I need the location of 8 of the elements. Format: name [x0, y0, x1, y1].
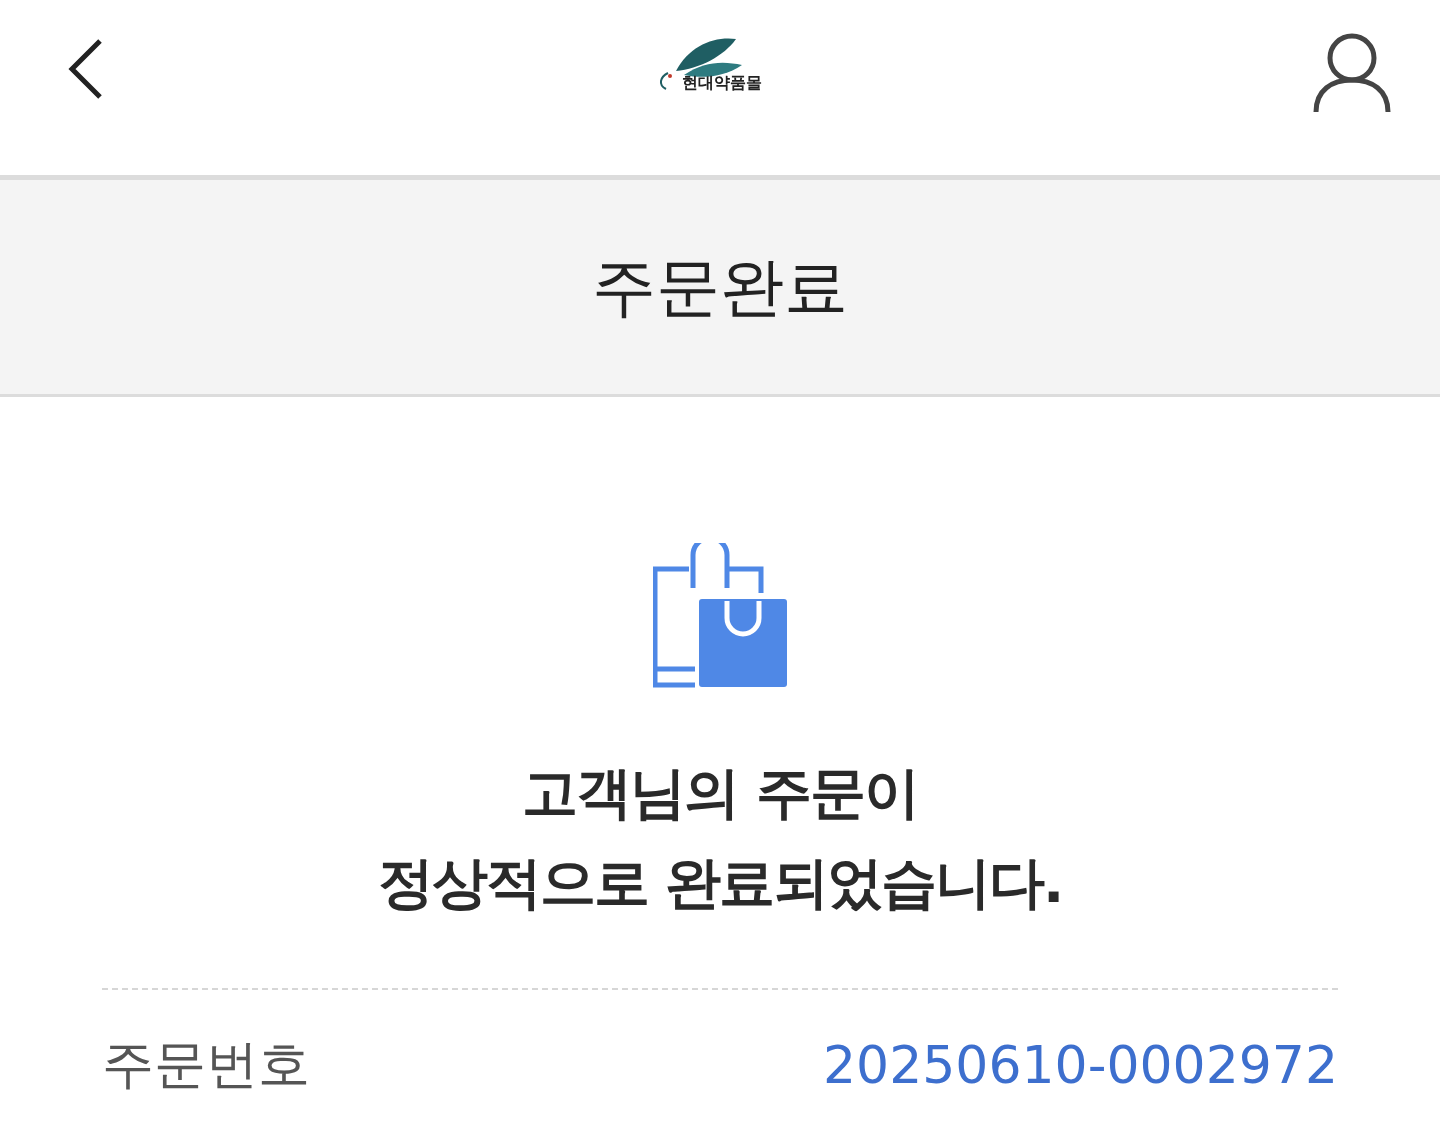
logo-text: 현대약품몰	[682, 73, 762, 94]
user-icon[interactable]	[1312, 31, 1392, 114]
order-number-label: 주문번호	[102, 1033, 310, 1096]
shopping-bag-icon	[653, 543, 787, 688]
order-number: 20250610-0002972	[822, 1035, 1338, 1095]
completion-message: 고객님의 주문이	[521, 759, 919, 827]
completion-message: 정상적으로 완료되었습니다.	[377, 849, 1063, 917]
page-title: 주문완료	[592, 248, 848, 326]
